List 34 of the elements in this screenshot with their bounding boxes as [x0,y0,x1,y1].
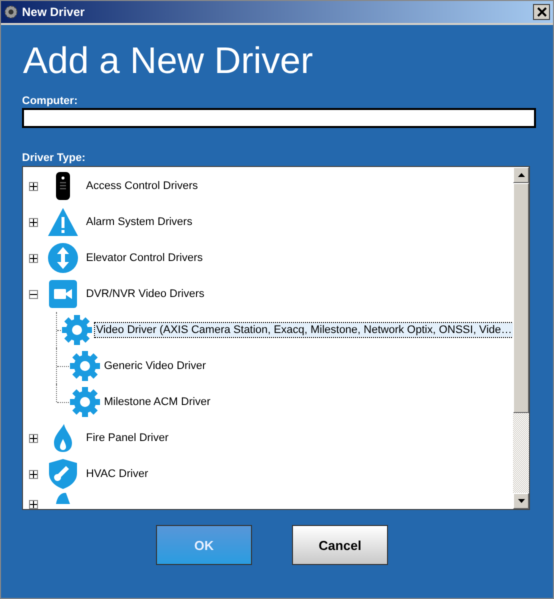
shield-thermometer-icon [47,458,79,490]
tree-item[interactable]: HVAC Driver [85,467,150,481]
expand-icon[interactable] [29,182,38,190]
tree-item[interactable]: Alarm System Drivers [85,215,194,229]
video-camera-icon [47,278,79,310]
gear-icon [69,386,101,418]
expand-icon[interactable] [29,254,38,262]
tree-item[interactable]: Video Driver (AXIS Camera Station, Exacq, Milestone, Network Optix, ONSSI, Vide… [95,323,513,337]
window-title: New Driver [22,5,86,19]
field-label: Driver Type: [22,152,86,164]
expand-icon[interactable] [29,218,38,226]
collapse-icon[interactable] [29,290,38,298]
warning-icon [47,206,79,238]
tree-item[interactable]: Milestone ACM Driver [103,395,212,409]
computer-field[interactable] [22,108,536,128]
down-arrow-icon [518,499,524,503]
tree-item[interactable]: Elevator Control Drivers [85,251,204,265]
expand-icon[interactable] [29,470,38,478]
gear-icon [4,5,18,19]
scrollbar-thumb[interactable] [513,183,529,413]
tree-item[interactable]: Access Control Drivers [85,179,199,193]
tree-item[interactable]: DVR/NVR Video Drivers [85,287,206,301]
expand-icon[interactable] [29,434,38,442]
expand-icon[interactable] [29,500,38,509]
gear-icon [69,350,101,382]
cancel-button[interactable]: Cancel [292,525,388,565]
tree-item[interactable]: Generic Video Driver [103,359,207,373]
tree-item[interactable]: Fire Panel Driver [85,431,170,445]
close-button[interactable] [533,4,550,20]
scrollbar[interactable] [513,167,529,509]
gear-icon [61,314,94,346]
up-arrow-icon [518,173,524,177]
field-label: Computer: [22,95,79,107]
dialog-heading: Add a New Driver [23,39,314,83]
